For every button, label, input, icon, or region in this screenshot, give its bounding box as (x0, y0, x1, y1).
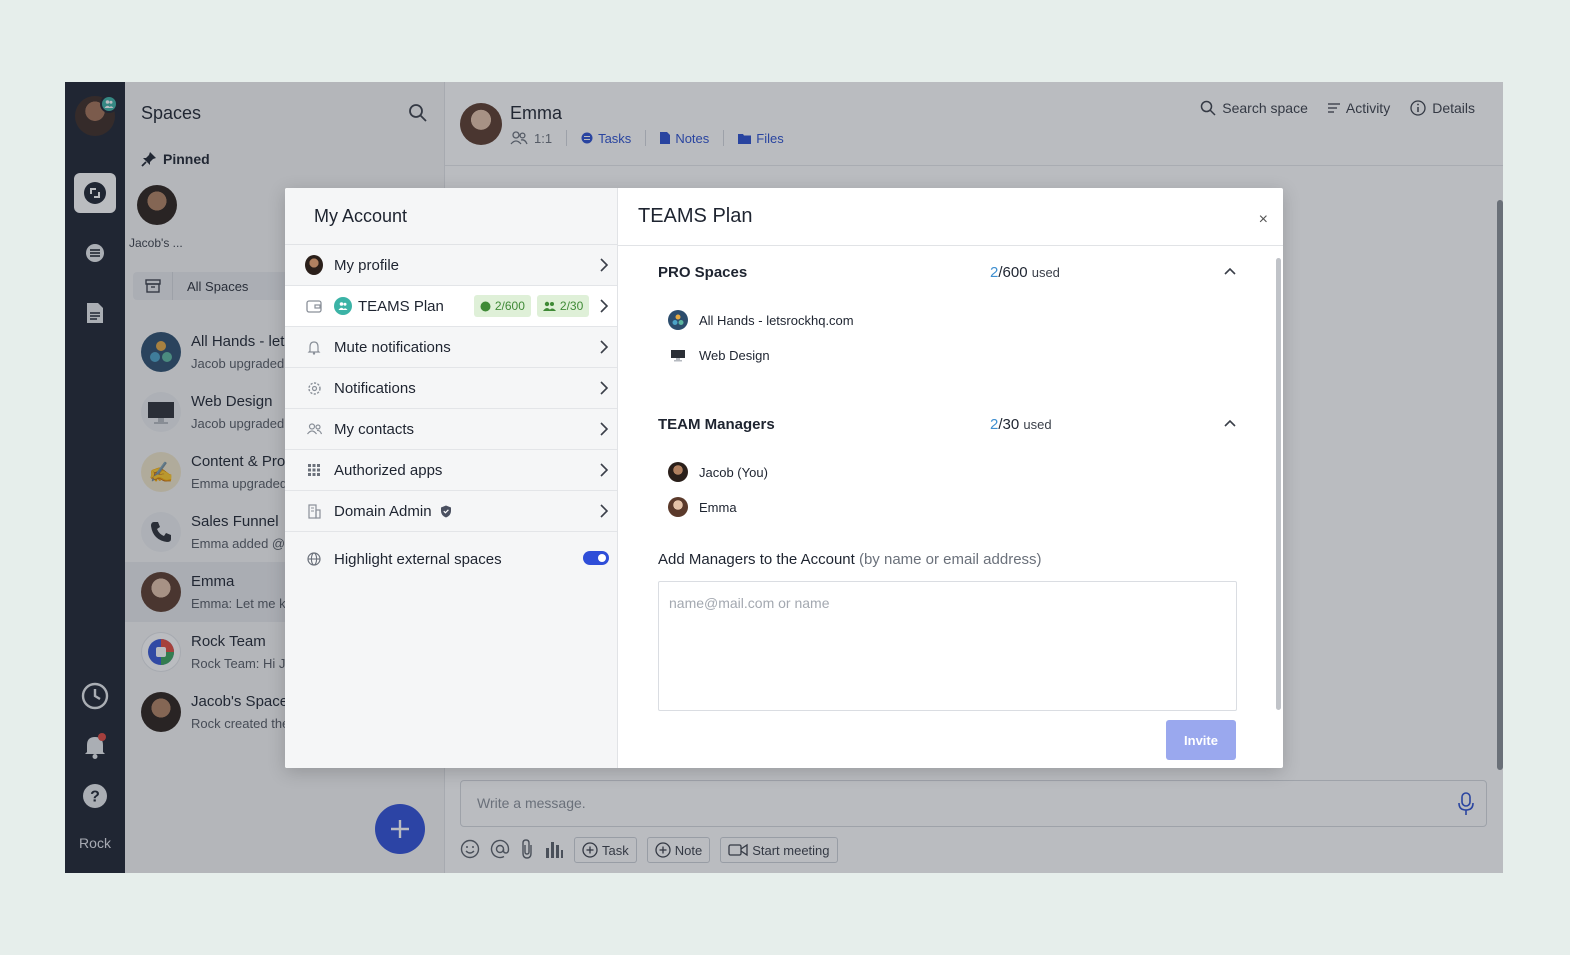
menu-item-domain-admin[interactable]: Domain Admin (285, 491, 617, 532)
used-label: used (1031, 265, 1060, 280)
used-label: used (1023, 417, 1052, 432)
add-managers-label: Add Managers to the Account (by name or … (658, 551, 1042, 568)
gear-icon (305, 379, 323, 397)
chevron-right-icon (600, 463, 609, 477)
divider (618, 245, 1283, 246)
menu-label: Domain Admin (334, 502, 432, 520)
menu-item-profile[interactable]: My profile (285, 245, 617, 286)
avatar (668, 497, 688, 517)
contacts-icon (305, 420, 323, 438)
space-name: Web Design (699, 347, 770, 363)
menu-label: Highlight external spaces (334, 550, 502, 568)
chevron-right-icon (600, 422, 609, 436)
teams-plan-panel: TEAMS Plan × PRO Spaces 2/600 used All H… (618, 188, 1283, 768)
managers-placeholder: name@mail.com or name (669, 595, 830, 611)
chevron-right-icon (600, 258, 609, 272)
manager-name: Jacob (You) (699, 464, 768, 480)
members-usage-value: 2/30 (559, 299, 584, 313)
building-icon (305, 502, 323, 520)
list-item: Emma (668, 497, 737, 517)
chevron-right-icon (600, 504, 609, 518)
space-avatar (668, 310, 688, 330)
menu-label: My contacts (334, 420, 415, 438)
chevron-up-icon[interactable] (1224, 267, 1236, 275)
team-managers-title: TEAM Managers (658, 416, 775, 433)
shield-icon (440, 505, 451, 517)
pro-spaces-total: /600 (998, 264, 1028, 281)
menu-item-apps[interactable]: Authorized apps (285, 450, 617, 491)
account-menu: My Account My profile TEAMS Plan 2/600 2… (285, 188, 618, 768)
menu-item-notifications[interactable]: Notifications (285, 368, 617, 409)
chevron-right-icon (600, 340, 609, 354)
space-name: All Hands - letsrockhq.com (699, 312, 854, 328)
monitor-icon (668, 345, 688, 365)
panel-scrollbar[interactable] (1276, 258, 1281, 710)
avatar (668, 462, 688, 482)
chevron-right-icon (600, 381, 609, 395)
highlight-toggle[interactable] (583, 551, 609, 565)
members-usage-badge: 2/30 (536, 295, 590, 317)
spaces-usage-badge: 2/600 (473, 295, 531, 317)
menu-label: TEAMS Plan (358, 297, 444, 315)
avatar (305, 255, 323, 275)
account-modal: My Account My profile TEAMS Plan 2/600 2… (285, 188, 1283, 768)
menu-label: Notifications (334, 379, 416, 397)
menu-item-contacts[interactable]: My contacts (285, 409, 617, 450)
list-item: Jacob (You) (668, 462, 768, 482)
close-icon[interactable]: × (1259, 211, 1268, 229)
manager-name: Emma (699, 499, 737, 515)
spaces-usage-value: 2/600 (494, 299, 525, 313)
menu-label: Mute notifications (334, 338, 451, 356)
menu-item-mute[interactable]: Mute notifications (285, 327, 617, 368)
chevron-up-icon[interactable] (1224, 419, 1236, 427)
people-icon (542, 301, 556, 311)
add-managers-text: Add Managers to the Account (658, 551, 855, 568)
managers-input[interactable]: name@mail.com or name (658, 581, 1237, 711)
panel-title: TEAMS Plan (638, 205, 753, 227)
bell-icon (305, 338, 323, 356)
team-managers-count: 2/30 used (990, 416, 1052, 433)
grid-icon (305, 461, 323, 479)
globe-icon (305, 550, 323, 568)
list-item: All Hands - letsrockhq.com (668, 310, 854, 330)
list-item: Web Design (668, 345, 770, 365)
menu-item-teams-plan[interactable]: TEAMS Plan 2/600 2/30 (285, 286, 617, 327)
menu-label: My profile (334, 256, 400, 274)
shield-icon (480, 301, 491, 311)
add-managers-hint: (by name or email address) (858, 551, 1042, 568)
pro-spaces-title: PRO Spaces (658, 264, 748, 281)
team-managers-total: /30 (998, 416, 1020, 433)
wallet-icon (305, 297, 323, 315)
team-icon (334, 297, 352, 315)
invite-button[interactable]: Invite (1166, 720, 1236, 760)
menu-label: Authorized apps (334, 461, 443, 479)
menu-item-highlight: Highlight external spaces (285, 532, 617, 586)
account-title: My Account (285, 188, 617, 245)
chevron-right-icon (600, 299, 609, 313)
pro-spaces-count: 2/600 used (990, 264, 1060, 281)
